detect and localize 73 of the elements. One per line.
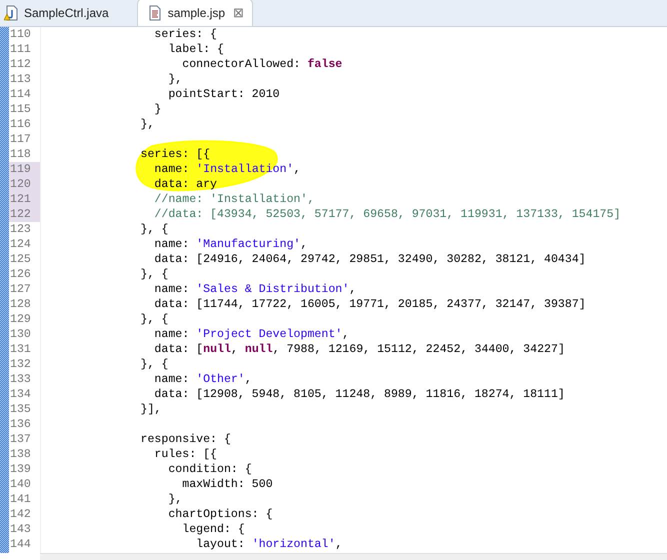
code-line: }, (167, 72, 184, 87)
code-line: series: [{ (139, 147, 212, 162)
code-line: data: ary (153, 177, 218, 192)
code-line: }, (139, 117, 156, 132)
code-line: } (153, 102, 162, 117)
code-line: data: [11744, 17722, 16005, 19771, 20185, 24377, 32147, 39387] (153, 297, 587, 312)
line-number: 135 (9, 402, 32, 417)
line-number: 144 (9, 537, 32, 552)
line-number: 127 (9, 282, 32, 297)
line-number: 122 (9, 207, 40, 222)
line-number: 113 (9, 72, 32, 87)
line-number: 118 (9, 147, 32, 162)
document-icon (148, 4, 162, 20)
line-number: 139 (9, 462, 32, 477)
code-line: responsive: { (139, 432, 232, 447)
line-number: 117 (9, 132, 32, 147)
close-icon[interactable]: ⊠ (231, 5, 246, 20)
code-line: label: { (167, 42, 225, 57)
line-number: 123 (9, 222, 32, 237)
code-line: }, { (139, 267, 170, 282)
code-line: }, { (139, 357, 170, 372)
line-number: 132 (9, 357, 32, 372)
java-file-icon (4, 5, 18, 21)
code-line: chartOptions: { (167, 507, 274, 522)
line-number: 116 (9, 117, 32, 132)
code-line: //name: 'Installation', (153, 192, 316, 207)
line-number: 112 (9, 57, 32, 72)
line-number: 128 (9, 297, 32, 312)
line-number: 111 (9, 42, 32, 57)
line-number: 141 (9, 492, 32, 507)
line-number: 138 (9, 447, 32, 462)
line-number: 115 (9, 102, 32, 117)
code-line: data: [24916, 24064, 29742, 29851, 32490, 30282, 38121, 40434] (153, 252, 587, 267)
code-line: condition: { (167, 462, 253, 477)
code-line: name: 'Project Development', (153, 327, 350, 342)
line-number: 133 (9, 372, 32, 387)
line-number: 134 (9, 387, 32, 402)
editor-tab[interactable]: SampleCtrl.java (0, 0, 119, 26)
code-line: }], (139, 402, 162, 417)
line-number: 110 (9, 27, 32, 42)
code-line: layout: 'horizontal', (195, 537, 344, 552)
code-line: }, { (139, 312, 170, 327)
code-line: connectorAllowed: false (181, 57, 344, 72)
editor-tab[interactable]: sample.jsp ⊠ (136, 0, 254, 26)
line-number: 120 (9, 177, 40, 192)
code-line: rules: [{ (153, 447, 218, 462)
line-number: 126 (9, 267, 32, 282)
code-line: maxWidth: 500 (181, 477, 274, 492)
line-number: 137 (9, 432, 32, 447)
line-number: 136 (9, 417, 32, 432)
line-number: 140 (9, 477, 32, 492)
code-line: data: [null, null, 7988, 12169, 15112, 22452, 34400, 34227] (153, 342, 566, 357)
code-line: pointStart: 2010 (167, 87, 281, 102)
line-number: 131 (9, 342, 32, 357)
code-line: series: { (153, 27, 218, 42)
code-line: data: [12908, 5948, 8105, 11248, 8989, 11816, 18274, 18111] (153, 387, 566, 402)
line-number: 124 (9, 237, 32, 252)
code-line: legend: { (181, 522, 246, 537)
line-number: 121 (9, 192, 40, 207)
code-line: //data: [43934, 52503, 57177, 69658, 97031, 119931, 137133, 154175] (153, 207, 622, 222)
line-number: 114 (9, 87, 32, 102)
line-number: 143 (9, 522, 32, 537)
code-line: name: 'Other', (153, 372, 253, 387)
horizontal-scrollbar[interactable] (40, 553, 667, 560)
line-number: 142 (9, 507, 32, 522)
line-number: 125 (9, 252, 32, 267)
line-number: 130 (9, 327, 32, 342)
code-line: name: 'Manufacturing', (153, 237, 308, 252)
line-number: 129 (9, 312, 32, 327)
code-line: }, (167, 492, 184, 507)
code-line: name: 'Sales & Distribution', (153, 282, 358, 297)
line-number: 119 (9, 162, 40, 177)
code-line: }, { (139, 222, 170, 237)
